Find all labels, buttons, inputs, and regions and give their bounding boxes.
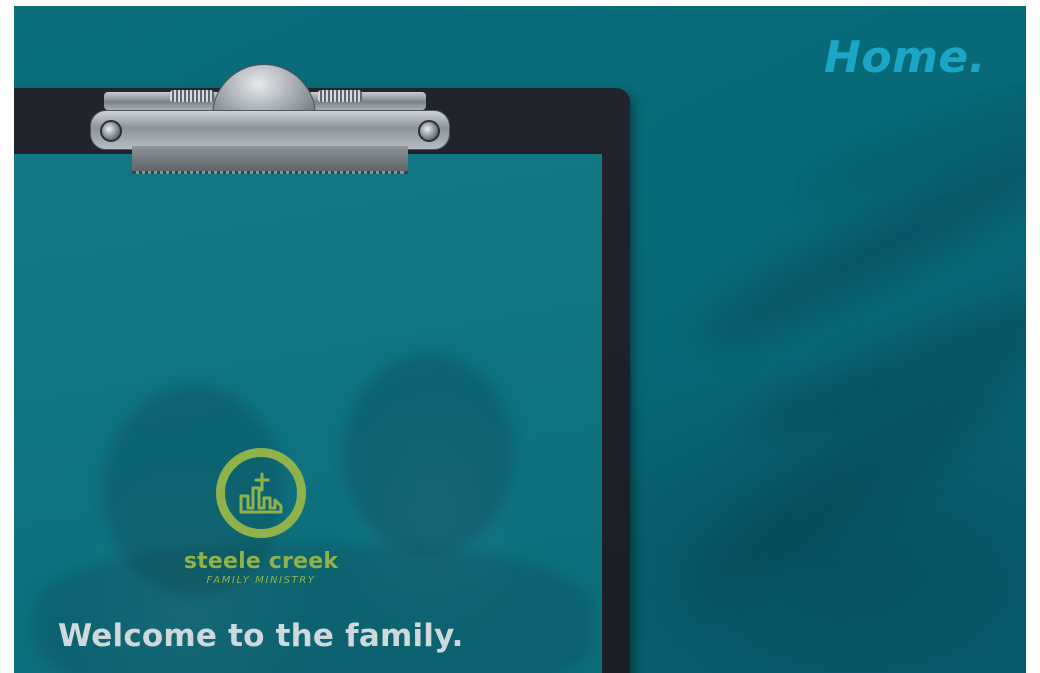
page-title: Home. [824, 32, 986, 83]
faded-photo-shape [344, 354, 514, 554]
clipboard-paper [14, 154, 602, 673]
clip-spring [170, 90, 214, 102]
rivet-icon [100, 120, 122, 142]
ministry-logo: steele creek FAMILY MINISTRY [166, 448, 356, 588]
welcome-tagline: Welcome to the family. [58, 618, 464, 654]
church-town-icon [239, 472, 283, 514]
logo-emblem [216, 448, 306, 538]
clip-plate [90, 110, 450, 150]
clip-spring [318, 90, 362, 102]
clipboard-clip [90, 64, 450, 174]
hero-slide: Home. steele creek FAMILY MINISTRY Welco… [14, 6, 1026, 673]
logo-subtitle: FAMILY MINISTRY [206, 575, 316, 586]
clip-jaw [132, 146, 408, 174]
logo-name: steele creek [183, 549, 339, 574]
rivet-icon [418, 120, 440, 142]
